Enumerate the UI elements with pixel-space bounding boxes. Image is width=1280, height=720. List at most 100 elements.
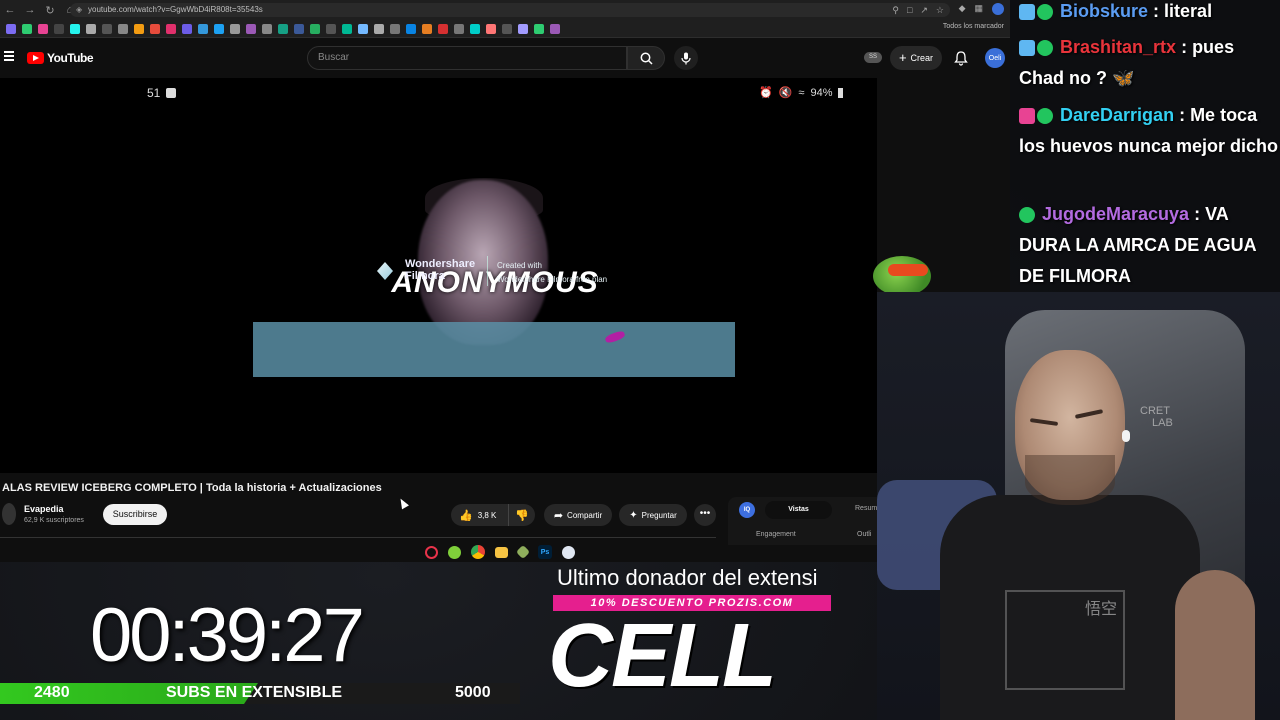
bookmark-icon[interactable] [310,23,320,34]
bookmark-icon[interactable] [262,23,272,34]
bookmark-icon[interactable] [438,23,448,34]
bookmark-icon[interactable] [38,23,48,34]
forward-icon[interactable]: → [20,0,40,20]
all-bookmarks-folder[interactable]: Todos los marcador [943,23,1004,30]
channel-avatar[interactable] [2,503,16,525]
channel-name[interactable]: Evapedia [24,504,64,514]
zoom-icon[interactable]: ⚲ [892,3,899,17]
obs-icon[interactable] [562,545,575,559]
site-info-icon[interactable]: ◈ [76,3,82,17]
bookmark-icon[interactable] [278,23,288,34]
bookmark-icon[interactable] [246,23,256,34]
profile-icon[interactable] [992,3,1004,15]
bookmark-icon[interactable] [374,23,384,34]
subs-progress-label: SUBS EN EXTENSIBLE [166,684,343,701]
search-input[interactable]: Buscar [307,46,627,70]
bookmark-icon[interactable] [6,23,16,34]
bookmark-icon[interactable] [166,23,176,34]
more-actions-button[interactable]: ••• [694,504,716,526]
bookmark-icon[interactable] [86,23,96,34]
bookmark-icon[interactable] [214,23,224,34]
cube-badge-icon [1019,40,1035,57]
share-button[interactable]: ➦ Compartir [544,504,612,526]
chat-separator: : [1174,105,1191,125]
bookmark-icon[interactable] [502,23,512,34]
photoshop-icon[interactable]: Ps [538,545,552,559]
app-icon[interactable] [515,544,531,560]
voice-search-button[interactable] [674,46,698,70]
chat-username[interactable]: DareDarrigan [1060,105,1174,125]
cube-badge-icon [1019,4,1035,21]
phone-status-left: 51 [147,86,177,100]
like-button[interactable]: 👍 3,8 K [451,504,509,526]
bookmark-icon[interactable] [550,23,560,34]
bookmark-icon[interactable] [118,23,128,34]
back-icon[interactable]: ← [0,0,20,20]
share-label: Compartir [567,510,603,520]
bookmark-icon[interactable] [70,23,80,34]
ask-button[interactable]: ✦ Preguntar [619,504,687,526]
bookmark-icon[interactable] [326,23,336,34]
bookmark-icon[interactable] [454,23,464,34]
microphone-icon [681,52,691,64]
chat-username[interactable]: Biobskure [1060,1,1148,21]
bookmark-icon[interactable] [198,23,208,34]
prime-badge-icon [1037,4,1053,21]
bookmark-icon[interactable] [294,23,304,34]
dislike-button[interactable]: 👎 [509,504,535,526]
bookmark-icon[interactable] [54,23,64,34]
like-dislike-group: 👍 3,8 K 👎 [451,504,535,526]
bookmark-icon[interactable] [534,23,544,34]
chair-logo: CRET LAB [1140,405,1173,429]
bookmark-icon[interactable] [390,23,400,34]
opera-gx-icon[interactable] [425,545,438,559]
bookmark-icon[interactable] [22,23,32,34]
tab-vistas[interactable]: Vistas [765,501,832,519]
extension-icon[interactable]: ◆ [959,3,966,15]
install-icon[interactable]: □ [907,3,912,17]
thumbs-up-icon: 👍 [459,509,473,522]
bookmark-icon[interactable] [358,23,368,34]
chat-separator: : [1148,1,1165,21]
ss-badge[interactable]: SS [864,52,882,63]
bookmark-icon[interactable] [422,23,432,34]
notifications-bell-icon[interactable] [953,50,969,66]
bookmark-icon[interactable] [134,23,144,34]
hamburger-menu-icon[interactable] [4,51,14,61]
bookmark-icon[interactable] [102,23,112,34]
subscribe-button[interactable]: Suscribirse [103,504,167,525]
bookmark-icon[interactable] [486,23,496,34]
frog-emote-icon [873,256,931,296]
bookmark-icon[interactable] [230,23,240,34]
taskbar: Ps [425,543,575,561]
file-explorer-icon[interactable] [495,546,508,558]
extensions-puzzle-icon[interactable]: ▦ [974,3,983,15]
tab-resumen[interactable]: Resum [855,505,877,512]
streamer-arm [1175,570,1255,720]
reload-icon[interactable]: ↻ [40,0,60,20]
browser-toolbar: ← → ↻ ⌂ ◈ youtube.com/watch?v=GgwWbD4iR8… [0,0,1010,20]
bookmark-icon[interactable] [150,23,160,34]
chat-message: DareDarrigan : Me toca los huevos nunca … [1019,100,1280,162]
chat-username[interactable]: Brashitan_rtx [1060,37,1176,57]
bookmark-icon[interactable] [406,23,416,34]
share-page-icon[interactable]: ↗ [920,3,928,17]
chrome-icon[interactable] [471,545,485,559]
chat-username[interactable]: JugodeMaracuya [1042,204,1189,224]
bookmark-star-icon[interactable]: ☆ [936,3,944,17]
bookmark-icon[interactable] [518,23,528,34]
bookmark-icon[interactable] [470,23,480,34]
account-avatar[interactable]: Oeli [985,48,1005,68]
chat-message: JugodeMaracuya : VA DURA LA AMRCA DE AGU… [1019,199,1280,292]
bookmark-icon[interactable] [342,23,352,34]
analytics-extension-logo[interactable]: IQ [739,502,755,518]
phone-battery: 94% [810,86,833,99]
bookmark-icon[interactable] [182,23,192,34]
search-button[interactable] [627,46,665,70]
chat-separator: : [1189,204,1206,224]
address-bar[interactable]: ◈ youtube.com/watch?v=GgwWbD4iR808t=3554… [70,3,950,17]
create-button[interactable]: + Crear [890,46,942,70]
youtube-logo[interactable]: YouTube [27,51,94,65]
filmora-watermark [253,322,735,377]
spotify-icon[interactable] [448,545,461,559]
